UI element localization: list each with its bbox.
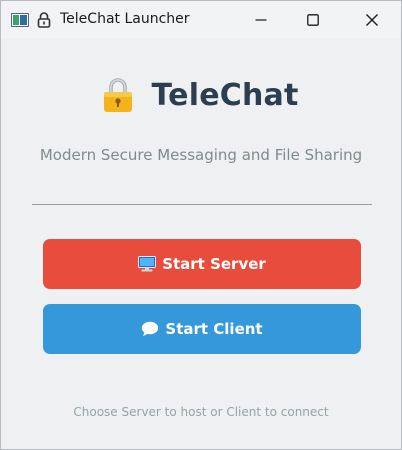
minimize-icon	[255, 19, 267, 21]
speech-bubble-icon	[142, 321, 159, 337]
launcher-window: TeleChat Launcher TeleChat Modern Secure…	[0, 0, 402, 450]
app-window-icon	[11, 13, 29, 27]
start-client-label: Start Client	[165, 320, 263, 338]
divider	[32, 204, 372, 205]
close-button[interactable]	[349, 1, 395, 39]
subtitle: Modern Secure Messaging and File Sharing	[39, 146, 363, 164]
close-icon	[366, 14, 378, 26]
brand-title: TeleChat	[151, 77, 299, 113]
maximize-button[interactable]	[290, 1, 336, 39]
lock-icon	[37, 12, 51, 28]
window-title: TeleChat Launcher	[60, 11, 190, 27]
start-client-button[interactable]: Start Client	[43, 304, 361, 354]
computer-icon	[138, 256, 157, 272]
maximize-icon	[307, 14, 319, 26]
start-server-label: Start Server	[162, 255, 266, 273]
brand-header: TeleChat	[1, 73, 401, 117]
title-bar[interactable]: TeleChat Launcher	[1, 1, 401, 39]
start-server-button[interactable]: Start Server	[43, 239, 361, 289]
minimize-button[interactable]	[238, 1, 284, 39]
launcher-content: TeleChat Modern Secure Messaging and Fil…	[1, 39, 401, 449]
lock-icon	[104, 78, 133, 112]
hint-text: Choose Server to host or Client to conne…	[73, 405, 329, 419]
